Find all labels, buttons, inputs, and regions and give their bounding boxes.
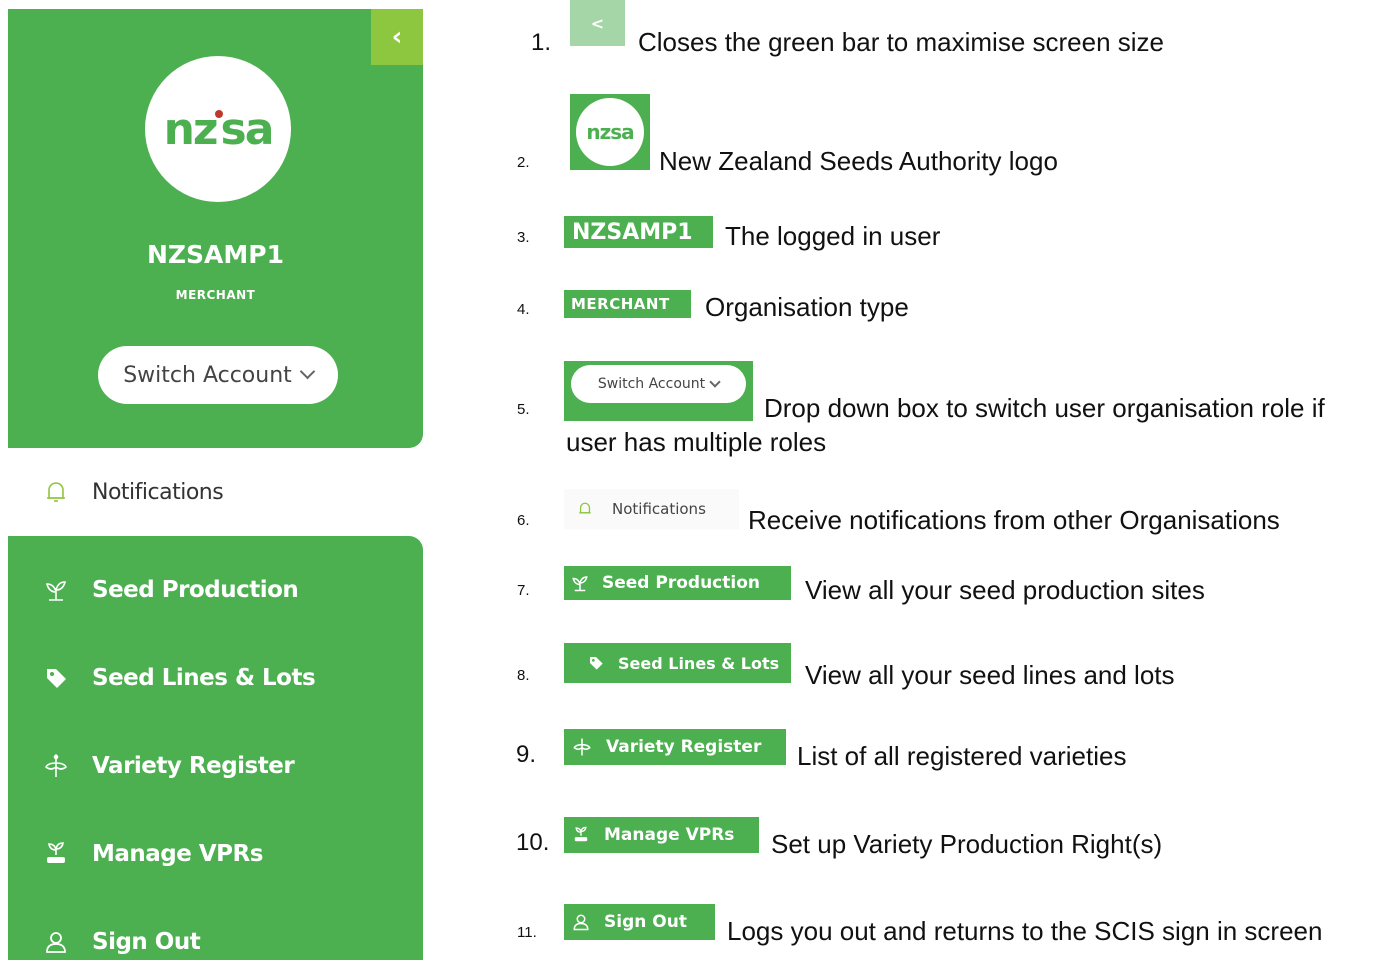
sidebar-header: ‹ nzsa NZSAMP1 MERCHANT Switch Account — [8, 9, 423, 448]
bell-icon — [578, 501, 592, 517]
user-name: NZSAMP1 — [147, 240, 284, 269]
plant-icon — [41, 751, 71, 781]
chevron-down-icon — [299, 363, 316, 379]
legend-chip-logo: nzsa — [570, 94, 650, 170]
user-icon — [572, 913, 590, 931]
legend-number: 11. — [517, 924, 537, 941]
legend-desc: Receive notifications from other Organis… — [748, 505, 1280, 535]
legend-desc: List of all registered varieties — [797, 741, 1127, 771]
legend-desc: Logs you out and returns to the SCIS sig… — [727, 916, 1323, 946]
sidebar-item-label: Notifications — [92, 479, 224, 505]
hand-plant-icon — [572, 826, 590, 844]
legend-desc: New Zealand Seeds Authority logo — [659, 146, 1058, 176]
hand-plant-icon — [41, 839, 71, 869]
chevron-left-icon: ‹ — [391, 22, 403, 52]
legend-desc: Drop down box to switch user organisatio… — [764, 393, 1325, 423]
legend-chip-user: NZSAMP1 — [564, 216, 713, 248]
sidebar-item-label: Manage VPRs — [92, 841, 263, 867]
tag-icon — [41, 663, 71, 693]
user-icon — [41, 927, 71, 957]
sidebar-item-label: Variety Register — [92, 753, 295, 779]
legend-chip-org: MERCHANT — [564, 290, 691, 318]
legend-chip-variety-register: Variety Register — [564, 729, 786, 765]
legend-number: 1. — [531, 29, 552, 56]
legend-number: 9. — [516, 741, 537, 768]
sidebar-item-label: Sign Out — [92, 929, 201, 955]
seedling-icon — [570, 574, 590, 592]
legend-number: 3. — [517, 229, 530, 246]
sidebar-nav: Seed Production Seed Lines & Lots Variet… — [8, 536, 423, 960]
nzsa-logo: nzsa — [145, 56, 291, 202]
sidebar-item-seed-lines[interactable]: Seed Lines & Lots — [8, 648, 423, 708]
legend-number: 7. — [517, 582, 530, 599]
legend-desc: Set up Variety Production Right(s) — [771, 829, 1163, 859]
legend-chip-collapse: < — [570, 0, 625, 46]
legend-desc-cont: user has multiple roles — [566, 427, 827, 457]
legend-chip-seed-lines: Seed Lines & Lots — [564, 643, 791, 683]
sidebar-item-manage-vprs[interactable]: Manage VPRs — [8, 824, 423, 884]
sidebar-item-label: Seed Lines & Lots — [92, 665, 316, 691]
seedling-icon — [41, 575, 71, 605]
nzsa-logo: nzsa — [576, 98, 644, 166]
legend-number: 2. — [517, 154, 530, 171]
legend-number: 5. — [517, 401, 530, 418]
legend-desc: The logged in user — [725, 221, 941, 251]
sidebar: ‹ nzsa NZSAMP1 MERCHANT Switch Account N… — [8, 9, 423, 960]
tag-icon — [588, 655, 604, 671]
legend-desc: Closes the green bar to maximise screen … — [638, 27, 1165, 57]
legend-chip-sign-out: Sign Out — [564, 904, 715, 940]
legend-chip-switch: Switch Account — [564, 361, 753, 421]
sidebar-item-label: Seed Production — [92, 577, 299, 603]
collapse-sidebar-button[interactable]: ‹ — [371, 9, 423, 65]
logo-text: nzsa — [586, 120, 634, 144]
switch-account-dropdown[interactable]: Switch Account — [98, 346, 338, 404]
sidebar-item-variety-register[interactable]: Variety Register — [8, 736, 423, 796]
legend-chip-notifications: Notifications — [564, 489, 739, 529]
legend-chip-manage-vprs: Manage VPRs — [564, 817, 759, 853]
legend-desc: View all your seed lines and lots — [805, 660, 1175, 690]
legend-number: 6. — [517, 512, 530, 529]
switch-account-label: Switch Account — [123, 362, 292, 388]
legend-number: 4. — [517, 301, 530, 318]
legend-number: 8. — [517, 667, 530, 684]
legend-desc: View all your seed production sites — [805, 575, 1205, 605]
bell-icon — [41, 477, 71, 507]
legend-chip-seed-production: Seed Production — [564, 566, 791, 600]
sidebar-item-notifications[interactable]: Notifications — [8, 448, 423, 536]
legend-number: 10. — [516, 829, 550, 856]
sidebar-item-sign-out[interactable]: Sign Out — [8, 912, 423, 972]
legend-desc: Organisation type — [705, 292, 909, 322]
switch-account-dropdown: Switch Account — [571, 365, 746, 403]
org-type: MERCHANT — [175, 288, 256, 302]
chevron-down-icon — [709, 376, 721, 388]
logo-text: nzsa — [163, 103, 275, 155]
sidebar-item-seed-production[interactable]: Seed Production — [8, 560, 423, 620]
plant-icon — [572, 737, 592, 757]
